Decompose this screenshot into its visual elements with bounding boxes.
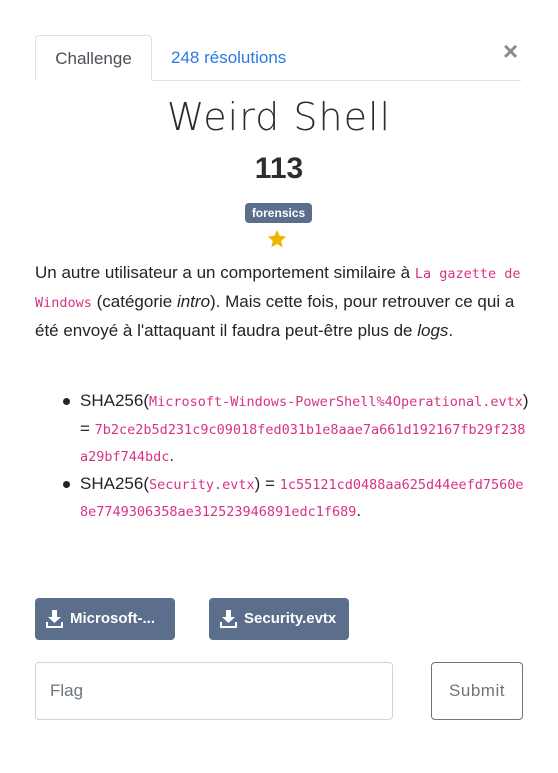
challenge-title: Weird Shell — [166, 95, 392, 139]
submit-button[interactable]: Submit — [431, 662, 523, 720]
tab-bar: Challenge 248 résolutions — [35, 35, 521, 81]
download-icon — [220, 610, 237, 628]
file-name: Microsoft-Windows-PowerShell%4Operationa… — [148, 394, 523, 410]
download-security-log-button[interactable]: Security.evtx — [209, 598, 349, 640]
list-item: SHA256(Microsoft-Windows-PowerShell%4Ope… — [63, 388, 530, 471]
star-icon — [267, 229, 287, 248]
hash-value: 7b2ce2b5d231c9c09018fed031b1e8aae7a661d1… — [80, 421, 526, 466]
download-label: Security.evtx — [244, 610, 337, 627]
download-powershell-log-button[interactable]: Microsoft-... — [35, 598, 175, 640]
category-badge: forensics — [245, 203, 312, 223]
hash-list: SHA256(Microsoft-Windows-PowerShell%4Ope… — [35, 388, 530, 526]
download-label: Microsoft-... — [70, 610, 155, 627]
close-icon[interactable]: × — [503, 36, 518, 66]
flag-input[interactable] — [35, 662, 393, 720]
download-icon — [46, 610, 63, 628]
challenge-description: Un autre utilisateur a un comportement s… — [35, 263, 521, 340]
file-name: Security.evtx — [148, 476, 255, 493]
tab-challenge[interactable]: Challenge — [35, 35, 152, 81]
challenge-points: 113 — [254, 152, 304, 185]
tab-solves[interactable]: 248 résolutions — [171, 35, 286, 80]
list-item: SHA256(Security.evtx) = 1c55121cd0488aa6… — [63, 471, 530, 526]
